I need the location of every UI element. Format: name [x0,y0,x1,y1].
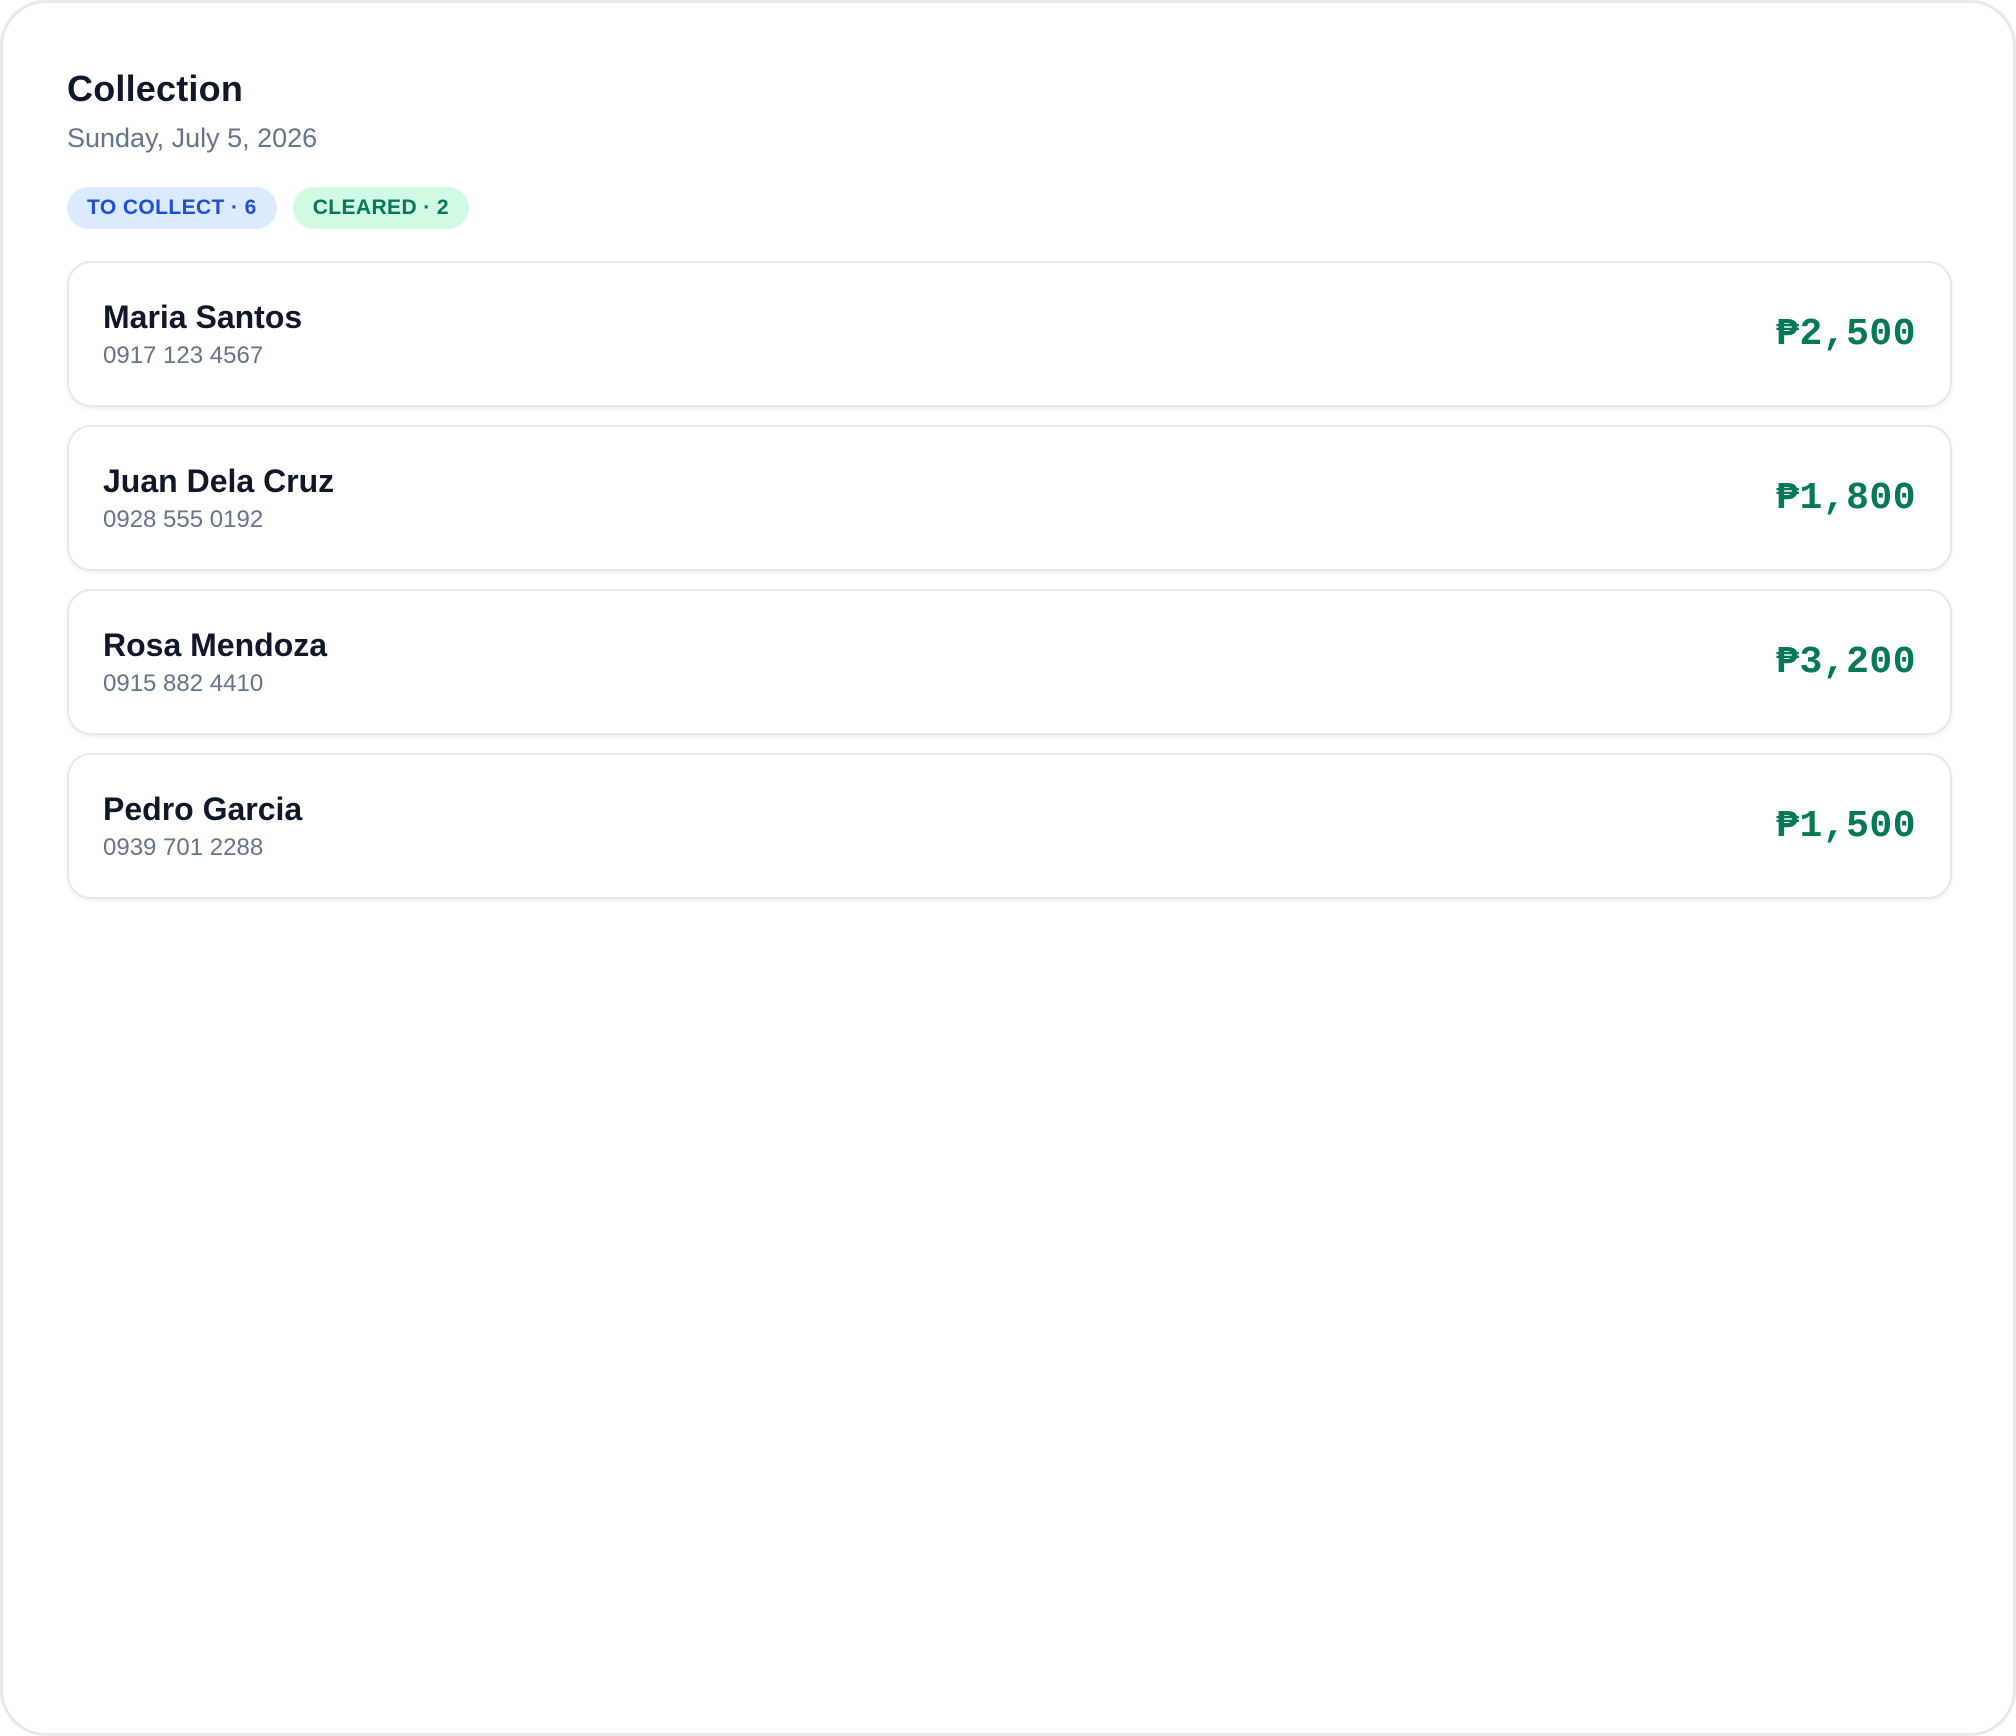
collection-item[interactable]: Rosa Mendoza 0915 882 4410 ₱3,200 [67,589,1952,735]
customer-info: Maria Santos 0917 123 4567 [103,297,302,371]
collection-screen: Collection Sunday, July 5, 2026 TO COLLE… [0,0,2016,1736]
collection-list: Maria Santos 0917 123 4567 ₱2,500 Juan D… [67,261,1952,899]
amount-due: ₱1,800 [1776,476,1916,520]
customer-name: Pedro Garcia [103,791,303,827]
collection-item[interactable]: Maria Santos 0917 123 4567 ₱2,500 [67,261,1952,407]
customer-phone: 0928 555 0192 [103,506,264,533]
collection-item[interactable]: Pedro Garcia 0939 701 2288 ₱1,500 [67,753,1952,899]
customer-info: Rosa Mendoza 0915 882 4410 [103,625,327,699]
collection-item[interactable]: Juan Dela Cruz 0928 555 0192 ₱1,800 [67,425,1952,571]
customer-phone: 0915 882 4410 [103,670,264,697]
customer-name: Juan Dela Cruz [103,463,335,499]
status-badges: TO COLLECT · 6 CLEARED · 2 [67,187,1949,229]
customer-info: Pedro Garcia 0939 701 2288 [103,789,302,863]
page-date: Sunday, July 5, 2026 [67,123,318,153]
customer-name: Rosa Mendoza [103,627,328,663]
cleared-badge[interactable]: CLEARED · 2 [292,187,469,229]
customer-phone: 0939 701 2288 [103,834,264,861]
customer-info: Juan Dela Cruz 0928 555 0192 [103,461,334,535]
amount-due: ₱2,500 [1776,312,1916,356]
amount-due: ₱1,500 [1776,804,1916,848]
customer-phone: 0917 123 4567 [103,342,264,369]
customer-name: Maria Santos [103,299,303,335]
amount-due: ₱3,200 [1776,640,1916,684]
page-title: Collection [67,68,244,109]
to-collect-badge[interactable]: TO COLLECT · 6 [67,187,277,229]
